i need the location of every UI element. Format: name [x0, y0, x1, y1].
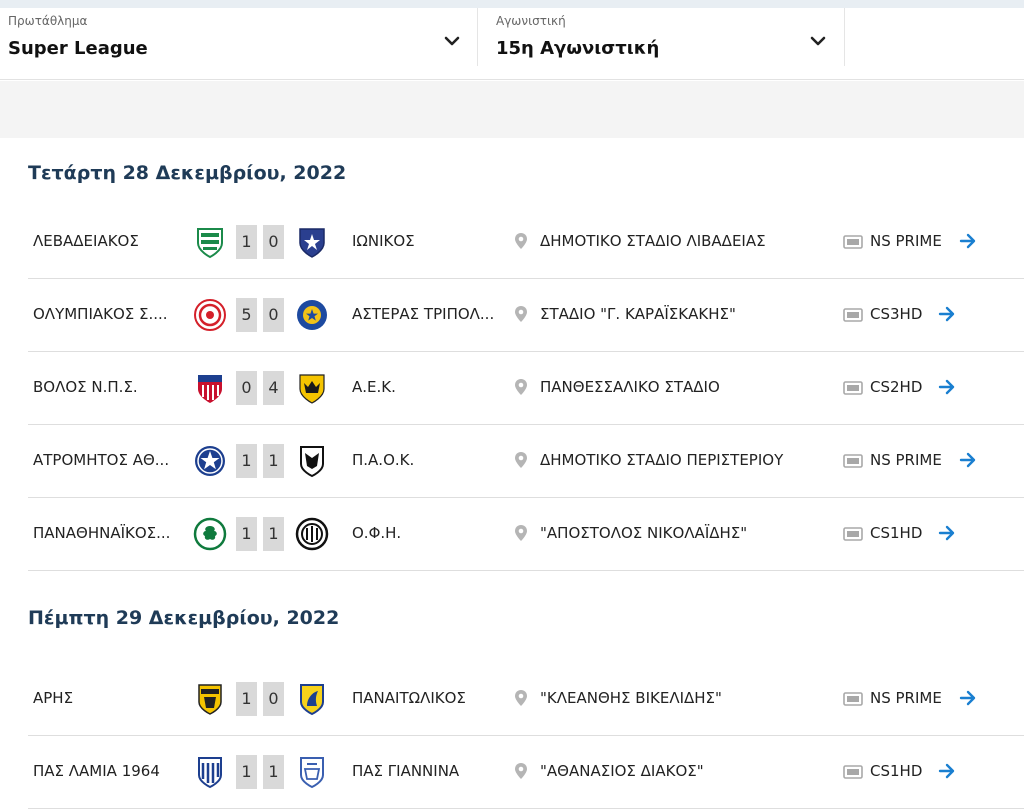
tv-icon [843, 527, 863, 541]
home-score: 1 [236, 225, 257, 259]
volos-crest-icon [198, 375, 222, 403]
top-strip [0, 0, 1024, 8]
match-day: Τετάρτη 28 Δεκεμβρίου, 2022 ΛΕΒΑΔΕΙΑΚΟΣ … [28, 158, 1024, 571]
arrow-right-icon[interactable] [937, 523, 957, 543]
venue: ΠΑΝΘΕΣΣΑΛΙΚΟ ΣΤΑΔΙΟ [540, 378, 720, 396]
home-score: 1 [236, 755, 257, 789]
match-row[interactable]: ΛΕΒΑΔΕΙΑΚΟΣ 1 0 ΙΩΝΙΚΟΣ ΔΗΜΟΤΙΚΟ ΣΤΑΔΙΟ … [28, 206, 1024, 279]
match-day: Πέμπτη 29 Δεκεμβρίου, 2022 ΑΡΗΣ 1 0 ΠΑΝΑ… [28, 603, 1024, 809]
tv-icon [843, 235, 863, 249]
match-row[interactable]: ΠΑΝΑΘΗΝΑΪΚΟΣ... 1 1 Ο.Φ.Η. "ΑΠΟΣΤΟΛΟΣ ΝΙ… [28, 498, 1024, 571]
match-row[interactable]: ΟΛΥΜΠΙΑΚΟΣ Σ.... 5 0 ΑΣΤΕΡΑΣ ΤΡΙΠΟΛ... Σ… [28, 279, 1024, 352]
league-select-value: Super League [8, 38, 148, 59]
location-pin-icon [515, 763, 527, 779]
chevron-down-icon [810, 36, 826, 46]
home-team: ΠΑΣ ΛΑΜΙΑ 1964 [33, 762, 160, 780]
league-select-label: Πρωτάθλημα [8, 14, 88, 28]
ionikos-crest-icon [299, 228, 325, 258]
away-score: 0 [263, 682, 284, 716]
arrow-right-icon[interactable] [937, 761, 957, 781]
tv-icon [843, 308, 863, 322]
panetolikos-crest-icon [300, 684, 324, 716]
away-team: Α.Ε.Κ. [352, 378, 396, 396]
match-row[interactable]: ΠΑΣ ΛΑΜΙΑ 1964 1 1 ΠΑΣ ΓΙΑΝΝΙΝΑ "ΑΘΑΝΑΣΙ… [28, 736, 1024, 809]
away-team: ΠΑΣ ΓΙΑΝΝΙΝΑ [352, 762, 460, 780]
venue: "ΚΛΕΑΝΘΗΣ ΒΙΚΕΛΙΔΗΣ" [540, 689, 722, 707]
giannina-crest-icon [300, 757, 324, 789]
atromitos-crest-icon [195, 446, 225, 476]
arrow-right-icon[interactable] [958, 231, 978, 251]
tv-channel: NS PRIME [870, 689, 942, 707]
levadiakos-crest-icon [197, 228, 223, 259]
tv-channel: CS3HD [870, 305, 923, 323]
away-team: ΑΣΤΕΡΑΣ ΤΡΙΠΟΛ... [352, 305, 495, 323]
round-select-value: 15η Αγωνιστική [496, 38, 660, 59]
match-row[interactable]: ΑΡΗΣ 1 0 ΠΑΝΑΙΤΩΛΙΚΟΣ "ΚΛΕΑΝΘΗΣ ΒΙΚΕΛΙΔΗ… [28, 663, 1024, 736]
tv-channel: CS1HD [870, 524, 923, 542]
chevron-down-icon [444, 36, 460, 46]
location-pin-icon [515, 306, 527, 322]
away-score: 1 [263, 755, 284, 789]
location-pin-icon [515, 379, 527, 395]
round-select[interactable]: Αγωνιστική 15η Αγωνιστική [478, 8, 845, 66]
home-team: ΟΛΥΜΠΙΑΚΟΣ Σ.... [33, 305, 168, 323]
arrow-right-icon[interactable] [937, 377, 957, 397]
location-pin-icon [515, 233, 527, 249]
paok-crest-icon [300, 446, 324, 478]
round-select-label: Αγωνιστική [496, 14, 566, 28]
tv-channel: CS2HD [870, 378, 923, 396]
home-score: 1 [236, 682, 257, 716]
away-score: 4 [263, 371, 284, 405]
home-team: ΛΕΒΑΔΕΙΑΚΟΣ [33, 232, 139, 250]
panathinaikos-crest-icon [193, 517, 227, 551]
arrow-right-icon[interactable] [958, 450, 978, 470]
lamia-crest-icon [198, 757, 222, 789]
match-row[interactable]: ΑΤΡΟΜΗΤΟΣ ΑΘ... 1 1 Π.Α.Ο.Κ. ΔΗΜΟΤΙΚΟ ΣΤ… [28, 425, 1024, 498]
home-score: 5 [236, 298, 257, 332]
tv-icon [843, 454, 863, 468]
away-score: 0 [263, 225, 284, 259]
home-team: ΒΟΛΟΣ Ν.Π.Σ. [33, 378, 138, 396]
home-score: 0 [236, 371, 257, 405]
asteras-crest-icon [297, 300, 327, 330]
away-team: Ο.Φ.Η. [352, 524, 402, 542]
venue: "ΑΠΟΣΤΟΛΟΣ ΝΙΚΟΛΑΪΔΗΣ" [540, 524, 748, 542]
home-team: ΠΑΝΑΘΗΝΑΪΚΟΣ... [33, 524, 171, 542]
ofi-crest-icon [295, 517, 329, 551]
venue: "ΑΘΑΝΑΣΙΟΣ ΔΙΑΚΟΣ" [540, 762, 704, 780]
away-team: ΙΩΝΙΚΟΣ [352, 232, 415, 250]
arrow-right-icon[interactable] [958, 688, 978, 708]
home-team: ΑΤΡΟΜΗΤΟΣ ΑΘ... [33, 451, 170, 469]
league-select[interactable]: Πρωτάθλημα Super League [0, 8, 478, 66]
day-title: Τετάρτη 28 Δεκεμβρίου, 2022 [28, 162, 347, 184]
home-score: 1 [236, 517, 257, 551]
home-team: ΑΡΗΣ [33, 689, 74, 707]
tv-channel: NS PRIME [870, 232, 942, 250]
filter-bar: Πρωτάθλημα Super League Αγωνιστική 15η Α… [0, 8, 1024, 80]
away-team: ΠΑΝΑΙΤΩΛΙΚΟΣ [352, 689, 466, 707]
location-pin-icon [515, 525, 527, 541]
aris-crest-icon [198, 684, 222, 715]
venue: ΣΤΑΔΙΟ "Γ. ΚΑΡΑΪΣΚΑΚΗΣ" [540, 305, 736, 323]
tv-icon [843, 765, 863, 779]
spacer-band [0, 81, 1024, 138]
away-team: Π.Α.Ο.Κ. [352, 451, 415, 469]
aek-crest-icon [299, 374, 325, 404]
location-pin-icon [515, 452, 527, 468]
tv-channel: NS PRIME [870, 451, 942, 469]
tv-channel: CS1HD [870, 762, 923, 780]
away-score: 1 [263, 444, 284, 478]
tv-icon [843, 692, 863, 706]
olympiakos-crest-icon [194, 299, 226, 331]
arrow-right-icon[interactable] [937, 304, 957, 324]
venue: ΔΗΜΟΤΙΚΟ ΣΤΑΔΙΟ ΠΕΡΙΣΤΕΡΙΟΥ [540, 451, 784, 469]
away-score: 1 [263, 517, 284, 551]
tv-icon [843, 381, 863, 395]
day-title: Πέμπτη 29 Δεκεμβρίου, 2022 [28, 607, 340, 629]
venue: ΔΗΜΟΤΙΚΟ ΣΤΑΔΙΟ ΛΙΒΑΔΕΙΑΣ [540, 232, 766, 250]
away-score: 0 [263, 298, 284, 332]
match-row[interactable]: ΒΟΛΟΣ Ν.Π.Σ. 0 4 Α.Ε.Κ. ΠΑΝΘΕΣΣΑΛΙΚΟ ΣΤΑ… [28, 352, 1024, 425]
home-score: 1 [236, 444, 257, 478]
location-pin-icon [515, 690, 527, 706]
